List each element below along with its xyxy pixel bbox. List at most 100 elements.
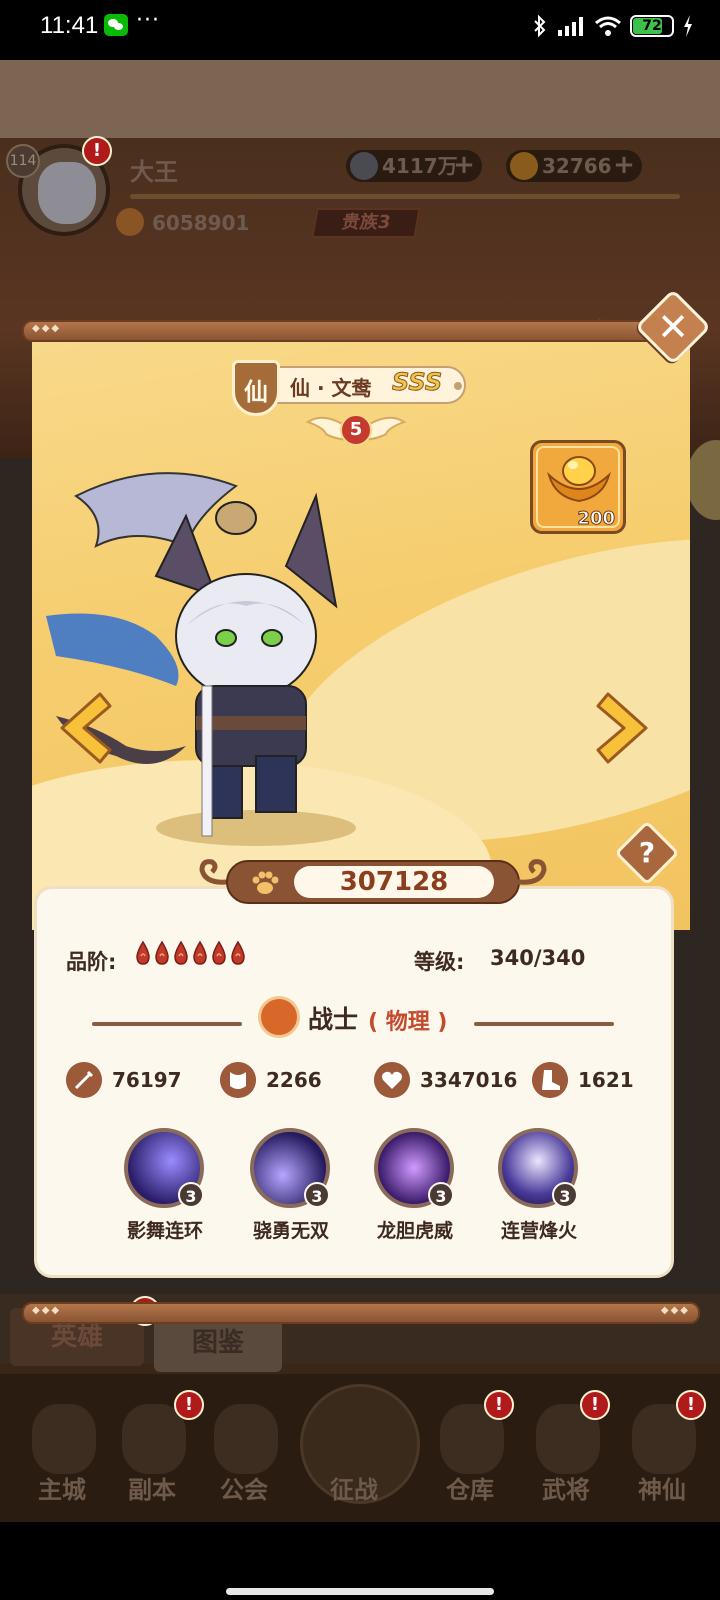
skill-level-badge: 3	[428, 1182, 454, 1208]
coins-display: 4117万 +	[346, 150, 482, 182]
skill-level-badge: 3	[552, 1182, 578, 1208]
battery-level: 72	[642, 18, 662, 34]
status-time: 11:41	[40, 12, 99, 39]
skill-name: 影舞连环	[126, 1220, 203, 1242]
nav-label: 副本	[128, 1476, 176, 1504]
add-coins-button[interactable]: +	[452, 152, 476, 178]
status-icons: 72	[532, 14, 694, 38]
hero-star-badge: 5	[340, 414, 372, 446]
quality-drop-icon	[155, 940, 169, 965]
level-value: 340/340	[490, 946, 586, 970]
skill-level-badge: 3	[178, 1182, 204, 1208]
signal-icon	[558, 17, 583, 36]
charging-icon	[684, 15, 692, 37]
reward-count: 200	[577, 508, 616, 530]
previous-hero-button[interactable]	[56, 690, 112, 766]
paw-icon	[116, 208, 144, 236]
quality-label: 品阶:	[66, 950, 117, 974]
wifi-icon	[595, 16, 621, 36]
ingots-display: 32766 +	[506, 150, 642, 182]
vip-badge[interactable]: 贵族3	[311, 208, 421, 238]
scroll-rod-bottom: ◆◆◆ ◆◆◆	[22, 1302, 700, 1324]
quality-drop-icon	[212, 940, 226, 965]
paw-points-display: 6058901	[116, 208, 249, 238]
battle-icon	[324, 1404, 388, 1474]
combat-power-bar: 307128	[196, 854, 550, 910]
armor-icon	[220, 1062, 256, 1098]
ingots-value: 32766	[542, 154, 612, 178]
attack-value: 76197	[112, 1068, 182, 1092]
skill-3[interactable]: 3 龙胆虎威	[360, 1128, 470, 1258]
speed-value: 1621	[578, 1068, 634, 1092]
guild-icon	[214, 1404, 278, 1474]
divider-left	[92, 1022, 242, 1026]
level-label: 等级:	[414, 950, 465, 974]
heart-icon	[374, 1062, 410, 1098]
skill-name: 连营烽火	[500, 1220, 577, 1242]
bluetooth-icon	[534, 14, 546, 38]
skill-2[interactable]: 3 骁勇无双	[236, 1128, 346, 1258]
nav-item-main-city[interactable]: 主城	[12, 1374, 112, 1522]
scroll-ornament: ◆◆◆	[32, 323, 62, 334]
warrior-class-icon	[258, 996, 300, 1038]
nav-label: 神仙	[638, 1476, 686, 1504]
close-icon[interactable]: ✕	[646, 300, 700, 354]
status-bar: 11:41 ··· 72	[0, 0, 720, 60]
hero-race: 仙	[244, 378, 268, 406]
paw-points-value: 6058901	[152, 211, 250, 235]
nav-generals-alert-icon: !	[580, 1390, 610, 1420]
avatar-face	[38, 162, 96, 224]
help-icon[interactable]: ?	[624, 830, 670, 876]
nav-label: 仓库	[446, 1476, 494, 1504]
divider-right	[474, 1022, 614, 1026]
sword-icon	[66, 1062, 102, 1098]
nav-item-guild[interactable]: 公会	[194, 1374, 294, 1522]
hero-name: 仙 · 文鸯	[290, 376, 372, 400]
home-indicator[interactable]	[226, 1588, 494, 1595]
quality-drop-icon	[231, 940, 245, 965]
quality-drop-icon	[174, 940, 188, 965]
quality-drops	[134, 940, 247, 966]
quality-drop-icon	[136, 940, 150, 965]
hero-class: 战士	[308, 1005, 359, 1034]
battery-indicator: 72	[630, 15, 674, 37]
avatar-alert-icon: !	[82, 136, 112, 166]
curl-ornament-icon	[511, 859, 547, 885]
gold-ingot-icon	[547, 456, 611, 503]
next-hero-button[interactable]	[596, 690, 652, 766]
nav-item-battle[interactable]: 征战	[304, 1374, 404, 1522]
nav-label: 主城	[38, 1476, 86, 1504]
player-name: 大王	[130, 158, 178, 186]
hp-value: 3347016	[420, 1068, 518, 1092]
quality-drop-icon	[193, 940, 207, 965]
dungeon-icon	[122, 1404, 186, 1474]
nav-label: 公会	[220, 1476, 268, 1504]
skill-1[interactable]: 3 影舞连环	[110, 1128, 220, 1258]
defense-value: 2266	[266, 1068, 322, 1092]
scroll-ornament: ◆◆◆	[32, 1305, 62, 1316]
add-ingots-button[interactable]: +	[612, 152, 636, 178]
more-notifications-icon: ···	[136, 8, 160, 33]
player-level-badge: 114	[6, 144, 40, 178]
hero-character-art[interactable]	[36, 456, 376, 846]
nav-label: 征战	[330, 1476, 378, 1504]
scroll-rod-top: ◆◆◆	[22, 320, 700, 342]
ingot-icon	[510, 152, 538, 180]
boot-icon	[532, 1062, 568, 1098]
hero-grade: SSS	[391, 368, 443, 397]
wechat-icon	[104, 14, 128, 36]
nav-dungeon-alert-icon: !	[174, 1390, 204, 1420]
hero-damage-type: ( 物理 )	[368, 1010, 448, 1035]
skill-4[interactable]: 3 连营烽火	[484, 1128, 594, 1258]
nav-label: 武将	[542, 1476, 590, 1504]
paw-icon	[252, 871, 279, 894]
skill-name: 龙胆虎威	[376, 1220, 453, 1242]
top-band	[0, 60, 720, 138]
nav-warehouse-alert-icon: !	[484, 1390, 514, 1420]
combat-power-value: 307128	[339, 867, 449, 897]
reward-item[interactable]: 200	[530, 440, 626, 534]
coins-value: 4117万	[382, 154, 458, 178]
coin-icon	[350, 152, 378, 180]
bottom-nav: 主城 副本 公会 征战 仓库 武将 神仙 ! ! ! !	[0, 1374, 720, 1522]
plate-dot	[454, 382, 462, 390]
